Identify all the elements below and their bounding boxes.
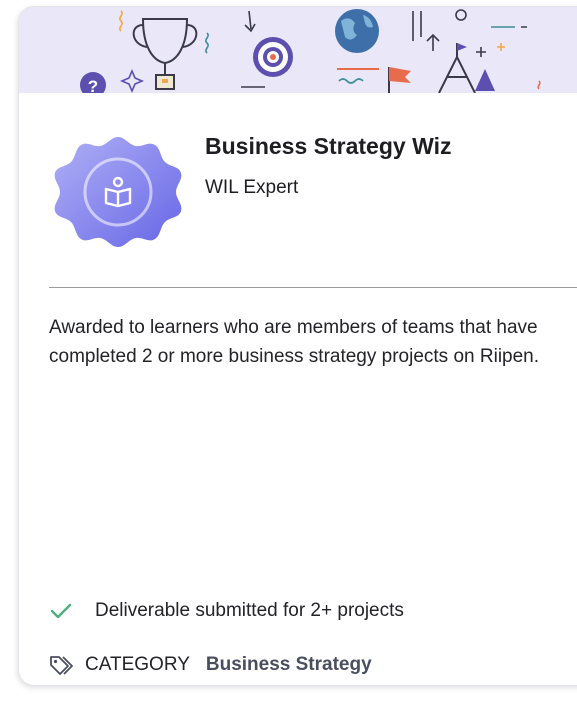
divider bbox=[49, 287, 577, 288]
badge-card: ? Business Strategy Wiz WIL Expert Award… bbox=[18, 6, 577, 686]
criteria-text: Deliverable submitted for 2+ projects bbox=[95, 600, 404, 621]
check-icon bbox=[50, 603, 72, 619]
criteria-item: Deliverable submitted for 2+ projects bbox=[49, 599, 404, 623]
mountain-icon bbox=[438, 43, 476, 93]
tag-icon bbox=[50, 656, 73, 675]
badge-description: Awarded to learners who are members of t… bbox=[49, 317, 540, 367]
target-icon bbox=[253, 37, 293, 77]
category-row: CATEGORY Business Strategy bbox=[49, 654, 372, 676]
svg-text:?: ? bbox=[88, 77, 98, 93]
category-value: Business Strategy bbox=[205, 654, 372, 675]
badge-title: Business Strategy Wiz bbox=[205, 133, 452, 159]
globe-icon bbox=[335, 9, 379, 53]
question-icon: ? bbox=[80, 72, 106, 93]
badge-emblem bbox=[49, 123, 187, 261]
flag-icon bbox=[388, 67, 411, 93]
category-label: CATEGORY bbox=[85, 654, 190, 675]
decorative-banner: ? bbox=[19, 7, 577, 93]
trophy-icon bbox=[132, 18, 198, 90]
badge-level: WIL Expert bbox=[205, 177, 299, 198]
